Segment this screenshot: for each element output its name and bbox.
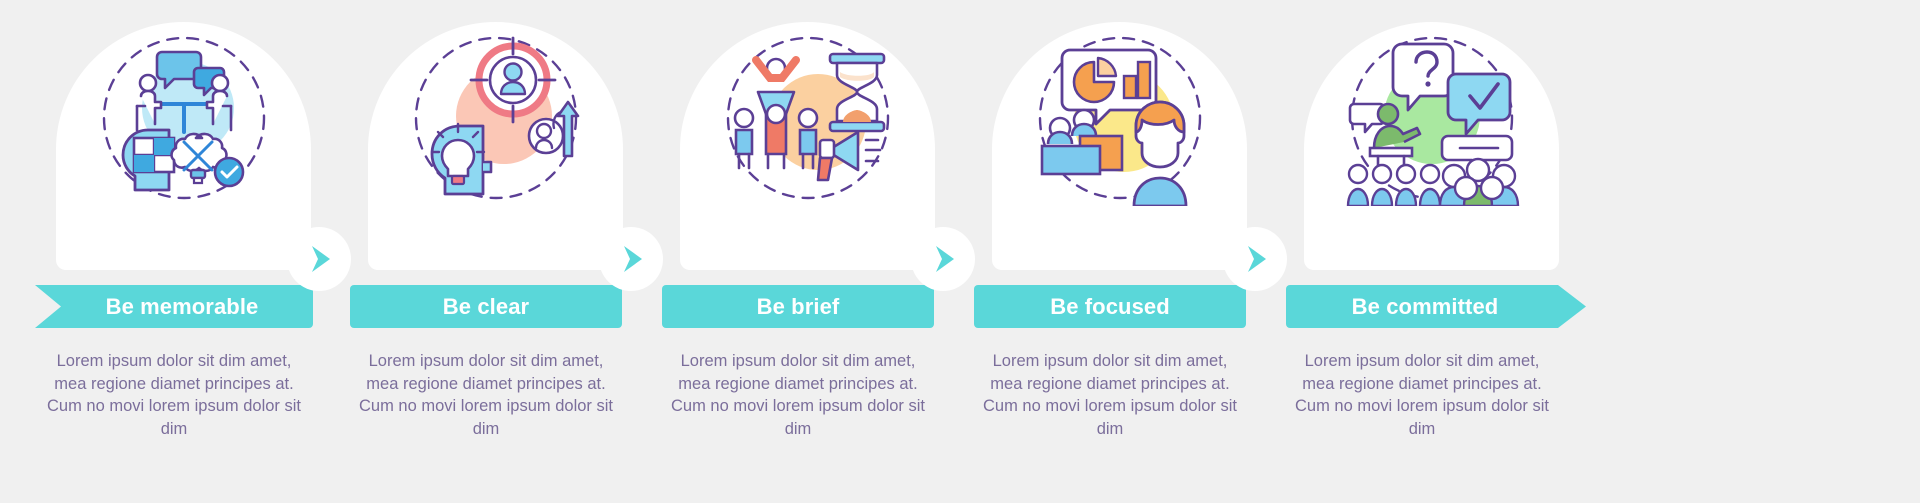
chevron-right-icon: [1248, 246, 1266, 272]
step-2-body: Lorem ipsum dolor sit dim amet, mea regi…: [359, 352, 613, 438]
step-1[interactable]: Be memorable Lorem ipsum dolor sit dim a…: [35, 0, 328, 503]
step-5-body: Lorem ipsum dolor sit dim amet, mea regi…: [1295, 352, 1549, 438]
step-3-card: [680, 22, 935, 270]
connector-3: [911, 227, 975, 291]
step-2-banner[interactable]: Be clear: [350, 285, 622, 328]
step-4-label: Be focused: [1050, 293, 1170, 319]
step-1-card: [56, 22, 311, 270]
step-3[interactable]: Be brief Lorem ipsum dolor sit dim amet,…: [662, 0, 952, 503]
connector-4: [1223, 227, 1287, 291]
step-1-label: Be memorable: [105, 293, 259, 319]
step-3-body: Lorem ipsum dolor sit dim amet, mea regi…: [671, 352, 925, 438]
meeting-brainstorm-icon: [96, 30, 272, 206]
step-2[interactable]: Be clear Lorem ipsum dolor sit dim amet,…: [350, 0, 640, 503]
target-idea-icon: [408, 30, 584, 206]
qa-audience-icon: [1344, 30, 1520, 206]
step-3-label: Be brief: [756, 293, 840, 319]
step-1-banner[interactable]: Be memorable: [35, 285, 313, 328]
step-5-banner[interactable]: Be committed: [1286, 285, 1586, 328]
chevron-right-icon: [312, 246, 330, 272]
step-2-label: Be clear: [442, 293, 530, 319]
step-4-banner[interactable]: Be focused: [974, 285, 1246, 328]
step-4[interactable]: Be focused Lorem ipsum dolor sit dim ame…: [974, 0, 1264, 503]
infographic-root: Be memorable Lorem ipsum dolor sit dim a…: [0, 0, 1920, 503]
step-2-card: [368, 22, 623, 270]
hourglass-megaphone-icon: [720, 30, 896, 206]
step-4-body: Lorem ipsum dolor sit dim amet, mea regi…: [983, 352, 1237, 438]
connector-1: [287, 227, 351, 291]
connector-2: [599, 227, 663, 291]
step-5-card: [1304, 22, 1559, 270]
presentation-chart-icon: [1032, 30, 1208, 206]
step-1-body: Lorem ipsum dolor sit dim amet, mea regi…: [47, 352, 301, 438]
chevron-right-icon: [624, 246, 642, 272]
step-3-banner[interactable]: Be brief: [662, 285, 934, 328]
step-5[interactable]: Be committed Lorem ipsum dolor sit dim a…: [1286, 0, 1576, 503]
chevron-right-icon: [936, 246, 954, 272]
step-5-label: Be committed: [1351, 293, 1499, 319]
step-4-card: [992, 22, 1247, 270]
